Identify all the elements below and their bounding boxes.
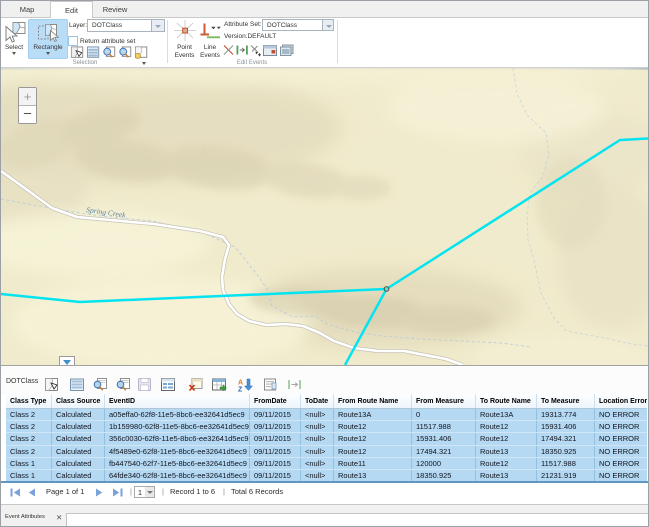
svg-text:Z: Z [238,387,243,393]
svg-text:A: A [238,380,243,387]
